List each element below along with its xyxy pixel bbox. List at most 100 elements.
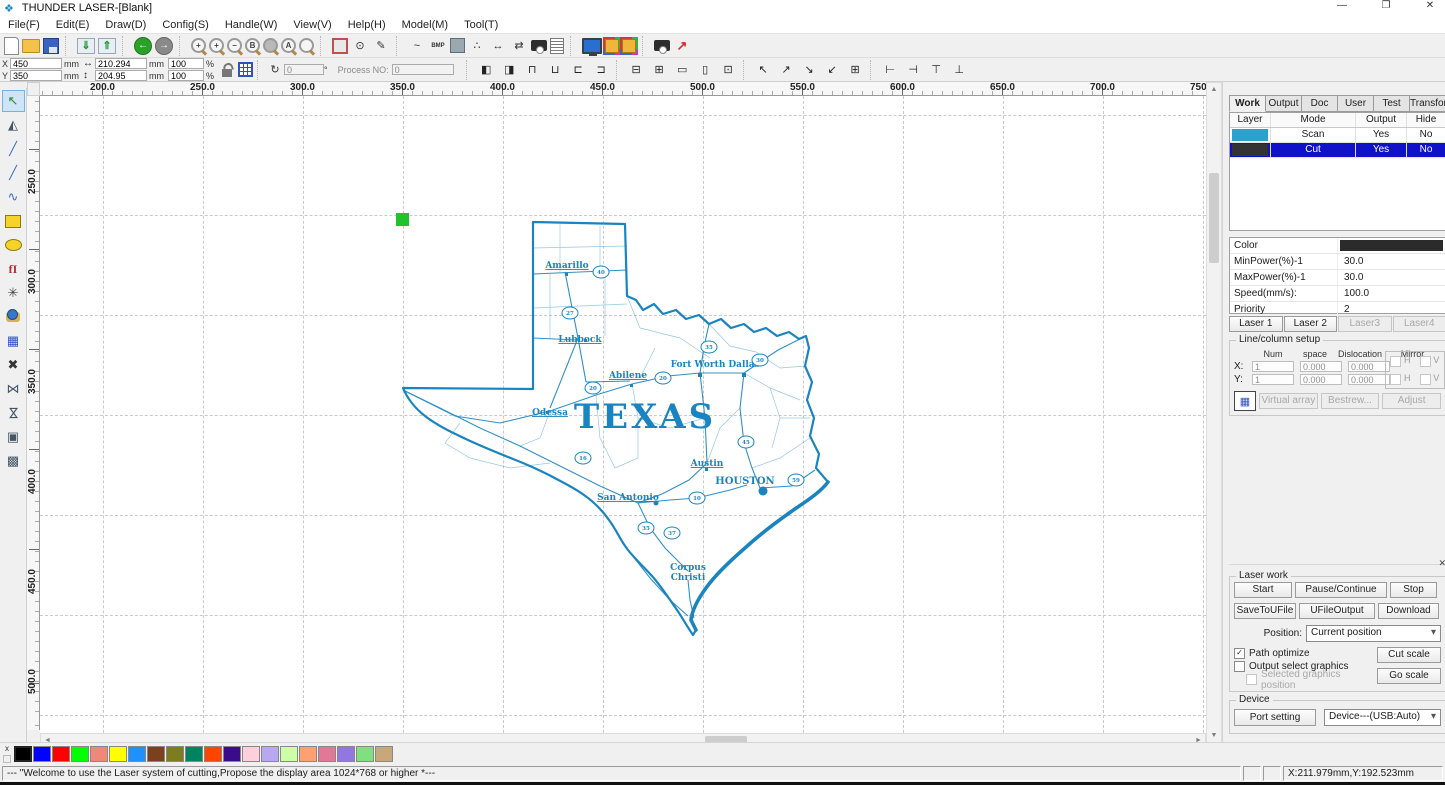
scale-x-input[interactable] [168, 58, 204, 69]
copy-array-icon[interactable] [605, 39, 619, 53]
laser-tab-laser2[interactable]: Laser 2 [1284, 316, 1338, 332]
palette-close-icon[interactable]: x [5, 745, 9, 753]
node-tree-icon[interactable]: ∴ [468, 37, 486, 55]
y-num-input[interactable] [1252, 374, 1294, 385]
save-file-icon[interactable] [43, 38, 59, 54]
anchor-topright-icon[interactable]: ↗ [778, 61, 795, 78]
offset-tool-icon[interactable]: ▣ [2, 426, 25, 448]
layer-mode-cell[interactable]: Cut [1271, 143, 1356, 157]
layer-output-cell[interactable]: Yes [1356, 143, 1407, 157]
open-file-icon[interactable] [22, 39, 40, 53]
palette-swatch[interactable] [33, 746, 51, 762]
dock-bottom-icon[interactable]: ⊥ [951, 61, 968, 78]
bmp-icon[interactable]: BMP [429, 37, 447, 55]
color-swatch[interactable] [1340, 240, 1443, 251]
fill-rect-icon[interactable] [450, 38, 465, 53]
tab-doc[interactable]: Doc [1302, 95, 1338, 112]
selection-anchor-marker[interactable] [396, 213, 409, 226]
scale-y-input[interactable] [168, 70, 204, 81]
layer-color-cell[interactable] [1230, 143, 1271, 157]
array-preview-icon[interactable]: ▦ [1234, 391, 1256, 411]
node-edit-icon[interactable]: ⊙ [351, 37, 369, 55]
anchor-grid-icon[interactable] [237, 62, 253, 78]
align-hcenter-icon[interactable]: ⊏ [570, 61, 587, 78]
mirror-xv-checkbox[interactable] [1420, 356, 1431, 367]
laser-pointer-icon[interactable]: ↗ [673, 37, 691, 55]
zoom-box-icon[interactable]: B [245, 38, 260, 53]
x-dislocation-input[interactable] [1348, 361, 1390, 372]
palette-swatch[interactable] [223, 746, 241, 762]
cut-scale-button[interactable]: Cut scale [1377, 647, 1441, 663]
layer-mode-cell[interactable]: Scan [1271, 128, 1356, 142]
export-image-icon[interactable]: ⇑ [98, 38, 116, 54]
anchor-bottomleft-icon[interactable]: ↙ [824, 61, 841, 78]
mirror-h-tool-icon[interactable]: ⋈ [2, 378, 25, 400]
palette-swatch[interactable] [128, 746, 146, 762]
restore-button[interactable]: ❐ [1377, 0, 1395, 11]
palette-swatch[interactable] [375, 746, 393, 762]
align-right-icon[interactable]: ◨ [501, 61, 518, 78]
rotate-input[interactable] [284, 64, 324, 75]
palette-swatch[interactable] [109, 746, 127, 762]
drawing-canvas[interactable]: AmarilloLubbockAbileneOdessaFort WorthDa… [40, 96, 1206, 733]
dock-top-icon[interactable]: ⊤ [928, 61, 945, 78]
path-optimize-checkbox[interactable]: ✓ [1234, 648, 1245, 659]
layer-hide-cell[interactable]: No [1407, 143, 1445, 157]
palette-drag-handle[interactable] [3, 755, 11, 763]
maxpower-value[interactable]: 30.0 [1338, 270, 1445, 285]
camera-tool-icon[interactable] [2, 306, 25, 328]
tab-user[interactable]: User [1338, 95, 1374, 112]
close-button[interactable]: ✕ [1421, 0, 1439, 11]
line-tool-icon[interactable]: ╱ [2, 138, 25, 160]
select-box-icon[interactable] [332, 38, 348, 54]
palette-swatch[interactable] [185, 746, 203, 762]
speed-value[interactable]: 100.0 [1338, 286, 1445, 301]
zoom-in-icon[interactable]: + [209, 38, 224, 53]
savetoufile-button[interactable]: SaveToUFile [1234, 603, 1296, 619]
bezier-tool-icon[interactable]: ∿ [2, 186, 25, 208]
menu-edit[interactable]: Edit(E) [48, 18, 98, 32]
palette-swatch[interactable] [90, 746, 108, 762]
x-space-input[interactable] [1300, 361, 1342, 372]
x-position-input[interactable] [10, 58, 62, 69]
palette-swatch[interactable] [318, 746, 336, 762]
palette-swatch[interactable] [14, 746, 32, 762]
layer-hide-cell[interactable]: No [1407, 128, 1445, 142]
same-height-icon[interactable]: ⊞ [651, 61, 668, 78]
tab-work[interactable]: Work [1229, 95, 1266, 112]
layer-swatch[interactable] [1232, 144, 1268, 156]
vertical-scrollbar[interactable]: ▲ ▼ [1206, 82, 1222, 743]
h-distance-icon[interactable]: ↔ [489, 37, 507, 55]
lock-ratio-icon[interactable] [219, 62, 235, 78]
start-button[interactable]: Start [1234, 582, 1292, 598]
menu-tool[interactable]: Tool(T) [456, 18, 506, 32]
zoom-out-icon[interactable]: − [227, 38, 242, 53]
y-space-input[interactable] [1300, 374, 1342, 385]
zoom-point-icon[interactable]: + [191, 38, 206, 53]
new-file-icon[interactable] [4, 37, 19, 55]
palette-swatch[interactable] [147, 746, 165, 762]
vscroll-thumb[interactable] [1209, 173, 1219, 263]
polyline-tool-icon[interactable]: ╱ [2, 162, 25, 184]
texas-map-graphic[interactable]: AmarilloLubbockAbileneOdessaFort WorthDa… [400, 218, 830, 638]
same-width-icon[interactable]: ⊟ [628, 61, 645, 78]
pen-edit-icon[interactable]: ✎ [372, 37, 390, 55]
laser-work-close-icon[interactable]: ✕ [1438, 558, 1445, 569]
mirror-yh-checkbox[interactable] [1390, 374, 1401, 385]
center-page-icon[interactable]: ⊡ [720, 61, 737, 78]
curve-tool-icon[interactable]: ~ [408, 37, 426, 55]
mirror-xh-checkbox[interactable] [1390, 356, 1401, 367]
tab-transform[interactable]: Transform [1410, 95, 1445, 112]
same-size-icon[interactable]: ▭ [674, 61, 691, 78]
align-top-icon[interactable]: ⊓ [524, 61, 541, 78]
tab-output[interactable]: Output [1266, 95, 1302, 112]
menu-draw[interactable]: Draw(D) [97, 18, 154, 32]
palette-swatch[interactable] [356, 746, 374, 762]
import-image-icon[interactable]: ⇓ [77, 38, 95, 54]
layer-row-scan[interactable]: Scan Yes No [1230, 128, 1445, 143]
select-tool-icon[interactable]: ↖ [2, 90, 25, 112]
minpower-value[interactable]: 30.0 [1338, 254, 1445, 269]
rotate-icon[interactable]: ↻ [267, 62, 283, 78]
delete-tool-icon[interactable]: ✖ [2, 354, 25, 376]
go-scale-button[interactable]: Go scale [1377, 668, 1441, 684]
